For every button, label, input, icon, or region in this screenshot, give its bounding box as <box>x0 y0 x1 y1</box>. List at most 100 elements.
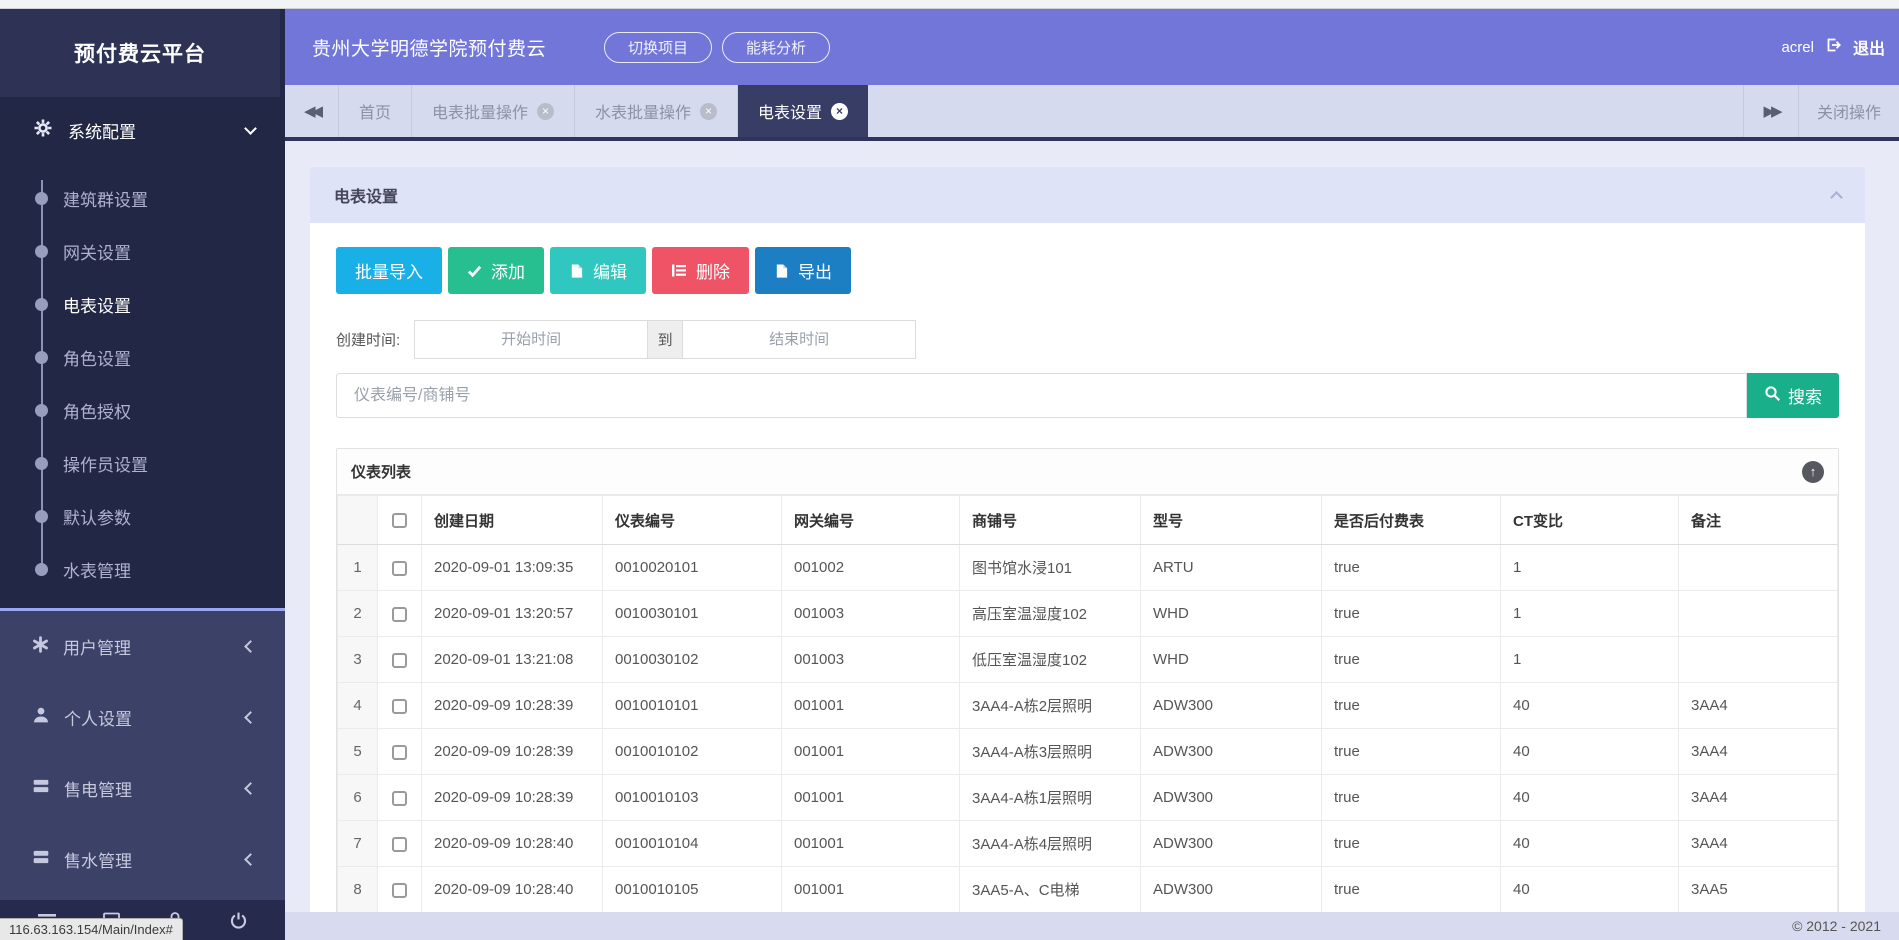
collapse-chevron-up-icon[interactable] <box>1830 191 1843 204</box>
copyright: © 2012 - 2021 <box>1792 918 1881 934</box>
cell-remark: 3AA4 <box>1679 729 1838 775</box>
table-row[interactable]: 3 2020-09-01 13:21:08 0010030102 001003 … <box>338 637 1838 683</box>
file-icon <box>569 263 584 279</box>
batch-import-button[interactable]: 批量导入 <box>336 247 442 294</box>
cell-gateway-no: 001001 <box>782 683 960 729</box>
cell-gateway-no: 001003 <box>782 591 960 637</box>
cell-shop-no: 图书馆水浸101 <box>960 545 1141 591</box>
cell-meter-no: 0010010104 <box>603 821 782 867</box>
cell-ct-ratio: 40 <box>1501 729 1679 775</box>
cell-ct-ratio: 40 <box>1501 867 1679 913</box>
tab-meter-settings[interactable]: 电表设置 × <box>738 85 868 137</box>
cell-shop-no: 3AA4-A栋3层照明 <box>960 729 1141 775</box>
cell-date: 2020-09-09 10:28:39 <box>422 683 603 729</box>
search-input[interactable] <box>336 373 1747 418</box>
cell-shop-no: 高压室温湿度102 <box>960 591 1141 637</box>
cell-shop-no: 低压室温湿度102 <box>960 637 1141 683</box>
right-column: 贵州大学明德学院预付费云 切换项目 能耗分析 acrel 退出 ◀◀ 首页 <box>285 9 1899 940</box>
scroll-top-icon[interactable]: ↑ <box>1802 461 1824 483</box>
switch-project-button[interactable]: 切换项目 <box>604 32 712 63</box>
cell-model: ADW300 <box>1141 867 1322 913</box>
bullet-icon <box>35 192 48 205</box>
sidebar-item-role-auth[interactable]: 角色授权 <box>0 384 285 437</box>
close-operations-menu[interactable]: 关闭操作 <box>1799 85 1899 137</box>
cell-meter-no: 0010010102 <box>603 729 782 775</box>
sidebar-item-personal-settings[interactable]: 个人设置 <box>0 682 285 753</box>
sidebar-item-role-settings[interactable]: 角色设置 <box>0 331 285 384</box>
cell-ct-ratio: 40 <box>1501 821 1679 867</box>
sidebar-item-user-management[interactable]: 用户管理 <box>0 611 285 682</box>
panel-header: 电表设置 <box>310 167 1865 223</box>
sidebar-item-default-params[interactable]: 默认参数 <box>0 490 285 543</box>
gear-icon <box>34 119 52 142</box>
sidebar-item-water-sales[interactable]: 售水管理 <box>0 824 285 895</box>
table-row[interactable]: 5 2020-09-09 10:28:39 0010010102 001001 … <box>338 729 1838 775</box>
cell-model: ARTU <box>1141 545 1322 591</box>
export-button[interactable]: 导出 <box>755 247 851 294</box>
logout-icon[interactable] <box>1825 37 1842 58</box>
end-time-input[interactable] <box>682 320 916 359</box>
row-checkbox[interactable] <box>392 837 407 852</box>
cell-date: 2020-09-09 10:28:39 <box>422 729 603 775</box>
select-all-checkbox[interactable] <box>392 513 407 528</box>
cell-postpaid: true <box>1322 867 1501 913</box>
row-checkbox[interactable] <box>392 791 407 806</box>
sidebar-item-meter-settings[interactable]: 电表设置 <box>0 278 285 331</box>
check-icon <box>467 264 482 278</box>
row-checkbox[interactable] <box>392 699 407 714</box>
cell-postpaid: true <box>1322 637 1501 683</box>
table-row[interactable]: 6 2020-09-09 10:28:39 0010010103 001001 … <box>338 775 1838 821</box>
project-title: 贵州大学明德学院预付费云 <box>312 34 546 61</box>
table-row[interactable]: 7 2020-09-09 10:28:40 0010010104 001001 … <box>338 821 1838 867</box>
cell-date: 2020-09-09 10:28:40 <box>422 821 603 867</box>
power-icon[interactable] <box>229 911 248 930</box>
username[interactable]: acrel <box>1781 39 1814 56</box>
start-time-input[interactable] <box>414 320 648 359</box>
tab-water-batch[interactable]: 水表批量操作 × <box>575 85 738 137</box>
sidebar-item-water-meter[interactable]: 水表管理 <box>0 543 285 596</box>
cell-remark: 3AA4 <box>1679 683 1838 729</box>
table-row[interactable]: 1 2020-09-01 13:09:35 0010020101 001002 … <box>338 545 1838 591</box>
row-checkbox[interactable] <box>392 653 407 668</box>
sidebar-item-electricity-sales[interactable]: 售电管理 <box>0 753 285 824</box>
cell-model: WHD <box>1141 591 1322 637</box>
cell-gateway-no: 001002 <box>782 545 960 591</box>
bullet-icon <box>35 563 48 576</box>
table-row[interactable]: 8 2020-09-09 10:28:40 0010010105 001001 … <box>338 867 1838 913</box>
tab-home[interactable]: 首页 <box>339 85 412 137</box>
row-checkbox[interactable] <box>392 561 407 576</box>
tab-meter-batch[interactable]: 电表批量操作 × <box>412 85 575 137</box>
meter-list-card: 仪表列表 ↑ <box>336 448 1839 912</box>
row-checkbox[interactable] <box>392 883 407 898</box>
edit-button[interactable]: 编辑 <box>550 247 646 294</box>
logout-button[interactable]: 退出 <box>1853 35 1885 59</box>
sidebar-item-system-config[interactable]: 系统配置 <box>0 97 285 164</box>
close-icon[interactable]: × <box>831 103 848 120</box>
cell-gateway-no: 001001 <box>782 729 960 775</box>
sidebar-item-operator[interactable]: 操作员设置 <box>0 437 285 490</box>
add-button[interactable]: 添加 <box>448 247 544 294</box>
cell-meter-no: 0010010103 <box>603 775 782 821</box>
fast-forward-icon[interactable]: ▶▶ <box>1744 85 1798 137</box>
rewind-icon[interactable]: ◀◀ <box>285 85 339 137</box>
cell-shop-no: 3AA4-A栋2层照明 <box>960 683 1141 729</box>
table-title: 仪表列表 <box>351 461 411 482</box>
col-model: 型号 <box>1141 496 1322 545</box>
close-icon[interactable]: × <box>700 103 717 120</box>
table-title-bar: 仪表列表 ↑ <box>337 449 1838 495</box>
chevron-left-icon <box>244 782 257 795</box>
row-checkbox[interactable] <box>392 607 407 622</box>
close-icon[interactable]: × <box>537 103 554 120</box>
table-row[interactable]: 2 2020-09-01 13:20:57 0010030101 001003 … <box>338 591 1838 637</box>
search-bar: 搜索 <box>336 373 1839 418</box>
cell-shop-no: 3AA4-A栋4层照明 <box>960 821 1141 867</box>
sidebar-item-gateway[interactable]: 网关设置 <box>0 225 285 278</box>
cell-postpaid: true <box>1322 683 1501 729</box>
row-checkbox[interactable] <box>392 745 407 760</box>
delete-button[interactable]: 删除 <box>652 247 749 294</box>
sidebar-item-building-group[interactable]: 建筑群设置 <box>0 172 285 225</box>
table-row[interactable]: 4 2020-09-09 10:28:39 0010010101 001001 … <box>338 683 1838 729</box>
content-area: 电表设置 批量导入 添加 <box>285 141 1899 912</box>
search-button[interactable]: 搜索 <box>1747 373 1839 418</box>
energy-analysis-button[interactable]: 能耗分析 <box>722 32 830 63</box>
